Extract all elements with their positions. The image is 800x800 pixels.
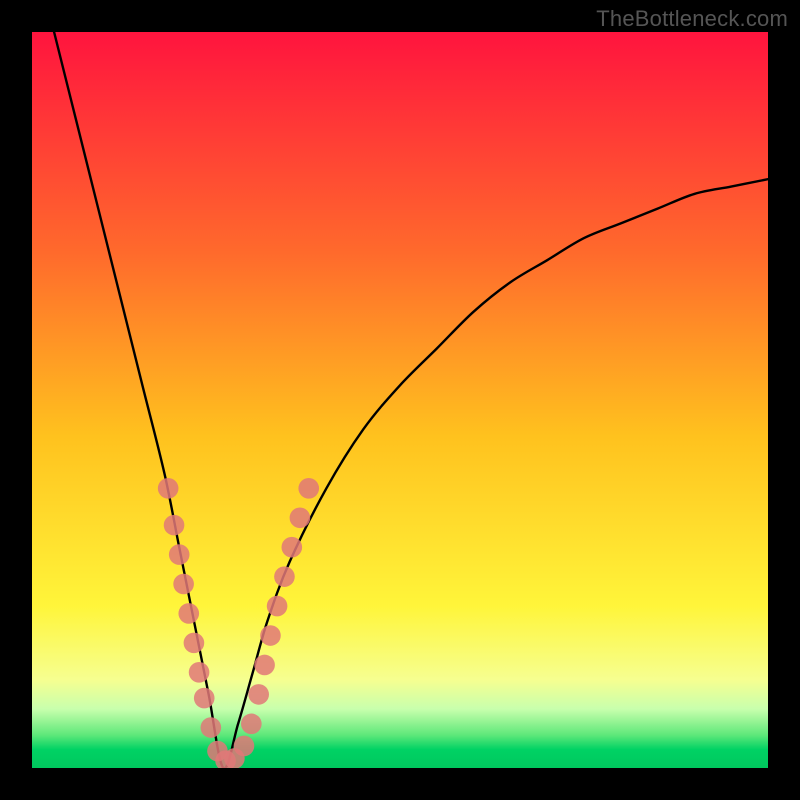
marker-dot [178,603,199,624]
marker-dot [158,478,179,499]
gradient-background [32,32,768,768]
marker-dot [290,507,311,528]
marker-dot [169,544,190,565]
marker-dot [282,537,303,558]
marker-dot [248,684,269,705]
marker-dot [201,717,222,738]
marker-dot [274,566,295,587]
plot-svg [32,32,768,768]
marker-dot [194,688,215,709]
plot-area [32,32,768,768]
marker-dot [267,596,288,617]
marker-dot [234,736,255,757]
marker-dot [241,714,262,735]
marker-dot [164,515,185,536]
marker-dot [298,478,319,499]
chart-frame: TheBottleneck.com [0,0,800,800]
marker-dot [254,655,275,676]
marker-dot [189,662,210,683]
marker-dot [260,625,281,646]
watermark-text: TheBottleneck.com [596,6,788,32]
marker-dot [184,633,205,654]
marker-dot [173,574,194,595]
